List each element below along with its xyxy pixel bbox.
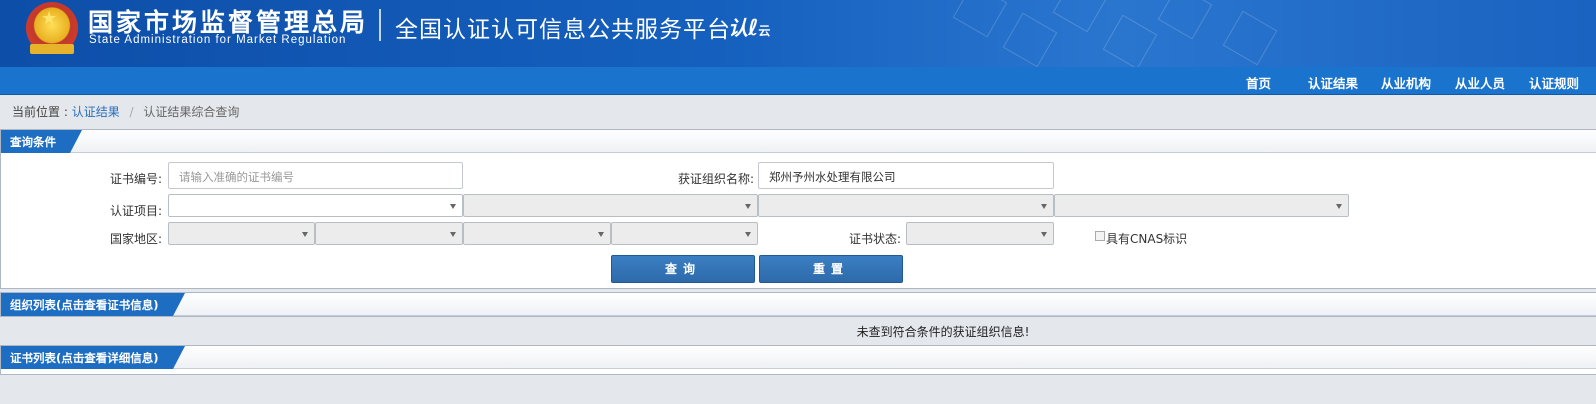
cert-list-panel: 证书列表(点击查看详细信息) — [0, 345, 1596, 375]
cert-project-select-2[interactable] — [463, 194, 758, 217]
chevron-down-icon — [450, 204, 456, 209]
cert-status-label: 证书状态: — [849, 232, 902, 246]
org-name-label: 获证组织名称: — [678, 172, 755, 186]
region-select-4[interactable] — [611, 222, 758, 245]
nav-item-home[interactable]: 首页 — [1246, 73, 1271, 92]
hex-decoration — [1002, 12, 1058, 67]
cert-project-select-3[interactable] — [758, 194, 1054, 217]
header-divider — [379, 9, 381, 41]
query-panel-title: 查询条件 — [1, 130, 82, 153]
hex-decoration — [952, 0, 1008, 38]
chevron-down-icon — [745, 204, 751, 209]
logo-text-sub: 云 — [758, 24, 771, 38]
region-label: 国家地区: — [110, 232, 163, 246]
hex-decoration — [1222, 10, 1278, 66]
cert-no-label: 证书编号: — [110, 172, 163, 186]
cert-project-select-1[interactable] — [168, 194, 463, 217]
query-button[interactable]: 查询 — [611, 255, 755, 283]
emblem-base — [30, 44, 74, 54]
hex-decoration — [1157, 0, 1213, 40]
org-list-empty-message: 未查到符合条件的获证组织信息! — [856, 325, 1030, 339]
nav-item-institutions[interactable]: 从业机构 — [1381, 73, 1431, 92]
breadcrumb-separator: / — [129, 105, 134, 119]
emblem-star-icon: ★ — [41, 8, 58, 29]
breadcrumb-link-cert-results[interactable]: 认证结果 — [72, 105, 120, 119]
main-nav: 首页 认证结果 从业机构 从业人员 认证规则 — [0, 67, 1596, 95]
breadcrumb: 当前位置 : 认证结果 / 认证结果综合查询 — [12, 103, 239, 120]
chevron-down-icon — [450, 232, 456, 237]
agency-name-en: State Administration for Market Regulati… — [89, 34, 347, 46]
platform-title: 全国认证认可信息公共服务平台 — [395, 17, 731, 43]
chevron-down-icon — [1336, 204, 1342, 209]
cert-no-input[interactable]: 请输入准确的证书编号 — [168, 162, 463, 189]
chevron-down-icon — [598, 232, 604, 237]
region-select-1[interactable] — [168, 222, 315, 245]
org-list-panel: 组织列表(点击查看证书信息) — [0, 292, 1596, 317]
logo-text-main: 认 — [728, 16, 748, 40]
chevron-down-icon — [302, 232, 308, 237]
cnas-label: 具有CNAS标识 — [1106, 232, 1188, 246]
org-name-input[interactable]: 郑州予州水处理有限公司 — [758, 162, 1054, 189]
breadcrumb-current: 认证结果综合查询 — [143, 105, 240, 119]
chevron-down-icon — [1041, 232, 1047, 237]
reset-button[interactable]: 重置 — [759, 255, 903, 283]
hex-decoration — [1102, 14, 1158, 67]
cert-list-panel-header: 证书列表(点击查看详细信息) — [1, 346, 1596, 369]
region-select-2[interactable] — [315, 222, 463, 245]
nav-item-personnel[interactable]: 从业人员 — [1455, 73, 1505, 92]
chevron-down-icon — [1041, 204, 1047, 209]
breadcrumb-prefix: 当前位置 : — [12, 105, 68, 119]
org-list-panel-header: 组织列表(点击查看证书信息) — [1, 293, 1596, 316]
renzheng-cloud-logo[interactable]: 认ℓ云 — [728, 12, 770, 41]
hex-decoration — [1052, 0, 1108, 33]
cert-list-panel-title: 证书列表(点击查看详细信息) — [1, 346, 184, 369]
site-header: ★ 国家市场监督管理总局 State Administration for Ma… — [0, 0, 1596, 67]
cert-project-select-4[interactable] — [1054, 194, 1349, 217]
nav-item-cert-results[interactable]: 认证结果 — [1308, 73, 1358, 92]
region-select-3[interactable] — [463, 222, 611, 245]
cnas-checkbox[interactable] — [1095, 231, 1105, 241]
nav-item-cert-rules[interactable]: 认证规则 — [1529, 73, 1579, 92]
org-list-panel-title: 组织列表(点击查看证书信息) — [1, 293, 184, 316]
cert-status-select[interactable] — [906, 222, 1054, 245]
cert-project-label: 认证项目: — [110, 204, 163, 218]
query-panel-header: 查询条件 — [1, 130, 1596, 153]
chevron-down-icon — [745, 232, 751, 237]
